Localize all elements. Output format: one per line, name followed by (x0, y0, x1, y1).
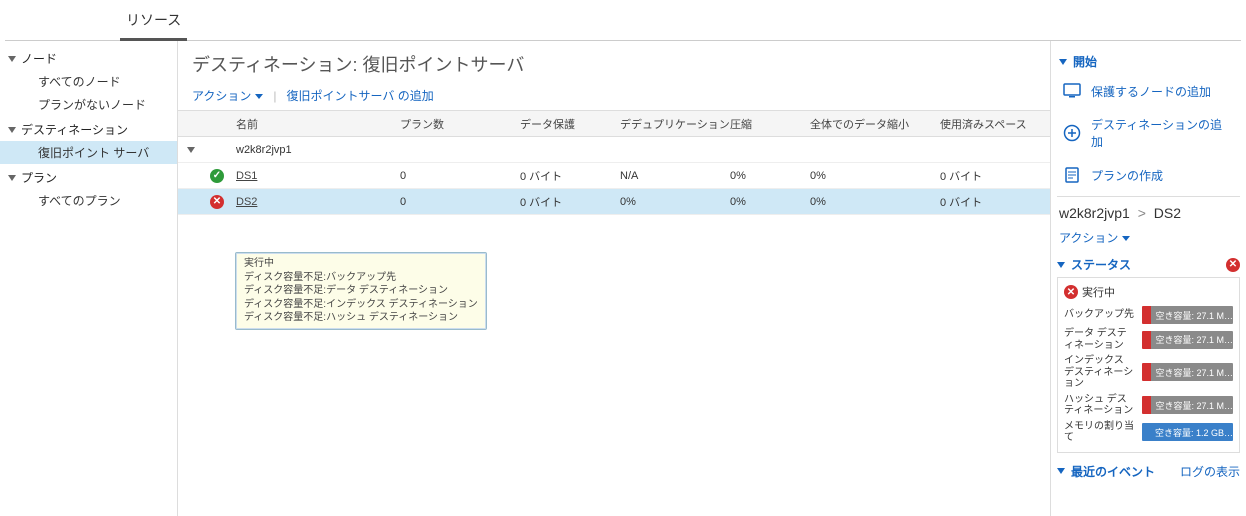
crumb-server[interactable]: w2k8r2jvp1 (1059, 205, 1130, 221)
add-rps-link[interactable]: 復旧ポイントサーバ の追加 (287, 87, 434, 104)
col-plan[interactable]: プラン数 (400, 116, 520, 132)
cell-plan: 0 (400, 196, 520, 208)
monitor-icon (1063, 82, 1081, 100)
server-name: w2k8r2jvp1 (230, 144, 400, 156)
crumb-ds[interactable]: DS2 (1154, 205, 1181, 221)
sidebar-right: 開始 保護するノードの追加 デスティネーションの追加 プランの作成 w2k8r2… (1051, 41, 1246, 516)
cell-dedup: N/A (620, 170, 730, 182)
status-error-icon: ✕ (1226, 258, 1240, 272)
plus-circle-icon (1063, 124, 1081, 142)
expand-icon[interactable] (187, 147, 195, 153)
tooltip-line: ディスク容量不足:ハッシュ デスティネーション (244, 311, 478, 325)
crumb-sep: > (1134, 205, 1150, 221)
datastore-link[interactable]: DS1 (236, 170, 257, 182)
tree-head-destination[interactable]: デスティネーション (0, 118, 177, 141)
tooltip-line: 実行中 (244, 257, 478, 271)
cell-comp: 0% (730, 196, 810, 208)
col-name[interactable]: 名前 (230, 116, 400, 132)
capacity-badge: 空き容量: 1.2 GB… (1142, 423, 1233, 441)
cell-protect: 0 バイト (520, 194, 620, 210)
chevron-down-icon (8, 127, 16, 133)
tooltip-line: ディスク容量不足:バックアップ先 (244, 271, 478, 285)
col-used[interactable]: 使用済みスペース (940, 116, 1050, 132)
status-row: ハッシュ デスティネーション 空き容量: 27.1 M… (1064, 392, 1233, 419)
cell-protect: 0 バイト (520, 168, 620, 184)
status-running: ✕ 実行中 (1064, 284, 1233, 304)
status-ok-icon: ✓ (210, 169, 224, 183)
tree-head-label: プラン (21, 169, 57, 186)
status-label: バックアップ先 (1064, 309, 1136, 321)
status-error-icon: ✕ (210, 195, 224, 209)
section-start[interactable]: 開始 (1057, 49, 1240, 74)
datastore-link[interactable]: DS2 (236, 196, 257, 208)
status-label: メモリの割り当て (1064, 421, 1136, 444)
table-row[interactable]: ✓ DS1 0 0 バイト N/A 0% 0% 0 バイト (178, 163, 1050, 189)
cell-dedup: 0% (620, 196, 730, 208)
tab-resources[interactable]: リソース (120, 2, 187, 41)
status-label: インデックス デスティネーション (1064, 355, 1136, 390)
col-reduce[interactable]: 全体でのデータ縮小 (810, 116, 940, 132)
cell-reduce: 0% (810, 170, 940, 182)
capacity-badge: 空き容量: 27.1 M… (1142, 306, 1233, 324)
capacity-badge: 空き容量: 27.1 M… (1142, 331, 1233, 349)
status-tooltip: 実行中 ディスク容量不足:バックアップ先 ディスク容量不足:データ デスティネー… (235, 252, 487, 330)
tree-head-label: ノード (21, 50, 57, 67)
quick-add-node[interactable]: 保護するノードの追加 (1057, 74, 1240, 108)
status-label: データ デスティネーション (1064, 328, 1136, 351)
cell-reduce: 0% (810, 196, 940, 208)
chevron-down-icon (8, 56, 16, 62)
table-row[interactable]: ✕ DS2 0 0 バイト 0% 0% 0% 0 バイト (178, 189, 1050, 215)
section-recent-events[interactable]: 最近のイベント (1057, 459, 1157, 484)
breadcrumb: w2k8r2jvp1 > DS2 (1057, 203, 1240, 223)
cell-used: 0 バイト (940, 168, 1050, 184)
tooltip-line: ディスク容量不足:データ デスティネーション (244, 284, 478, 298)
status-row: データ デスティネーション 空き容量: 27.1 M… (1064, 326, 1233, 353)
status-row: インデックス デスティネーション 空き容量: 27.1 M… (1064, 353, 1233, 392)
tree-head-label: デスティネーション (21, 121, 128, 138)
tree-item-all-plans[interactable]: すべてのプラン (0, 189, 177, 212)
status-row: メモリの割り当て 空き容量: 1.2 GB… (1064, 419, 1233, 446)
cell-used: 0 バイト (940, 194, 1050, 210)
tree-head-plan[interactable]: プラン (0, 166, 177, 189)
status-box: ✕ 実行中 バックアップ先 空き容量: 27.1 M… データ デスティネーショ… (1057, 277, 1240, 453)
chevron-down-icon (8, 175, 16, 181)
show-log-link[interactable]: ログの表示 (1180, 463, 1240, 480)
detail-action-dropdown[interactable]: アクション (1057, 223, 1240, 252)
tree-head-node[interactable]: ノード (0, 47, 177, 70)
capacity-badge: 空き容量: 27.1 M… (1142, 396, 1233, 414)
capacity-badge: 空き容量: 27.1 M… (1142, 363, 1233, 381)
quick-label: デスティネーションの追加 (1091, 116, 1234, 150)
tree-item-rps[interactable]: 復旧ポイント サーバ (0, 141, 177, 164)
col-comp[interactable]: 圧縮 (730, 116, 810, 132)
cell-plan: 0 (400, 170, 520, 182)
page-title: デスティネーション: 復旧ポイントサーバ (178, 41, 1050, 83)
chevron-down-icon (255, 94, 263, 99)
tree-item-all-nodes[interactable]: すべてのノード (0, 70, 177, 93)
status-error-icon: ✕ (1064, 285, 1078, 299)
action-dropdown[interactable]: アクション (192, 87, 263, 104)
sidebar-left: ノード すべてのノード プランがないノード デスティネーション 復旧ポイント サ… (0, 41, 178, 516)
status-label: ハッシュ デスティネーション (1064, 394, 1136, 417)
server-row[interactable]: w2k8r2jvp1 (178, 137, 1050, 163)
section-status[interactable]: ステータス (1057, 252, 1133, 277)
cell-comp: 0% (730, 170, 810, 182)
chevron-down-icon (1057, 468, 1065, 474)
tree-item-no-plan-nodes[interactable]: プランがないノード (0, 93, 177, 116)
chevron-down-icon (1057, 262, 1065, 268)
chevron-down-icon (1122, 236, 1130, 241)
quick-add-destination[interactable]: デスティネーションの追加 (1057, 108, 1240, 158)
chevron-down-icon (1059, 59, 1067, 65)
quick-label: 保護するノードの追加 (1091, 83, 1211, 100)
separator: | (273, 89, 276, 103)
grid-header: 名前 プラン数 データ保護 デデュプリケーション 圧縮 全体でのデータ縮小 使用… (178, 111, 1050, 137)
quick-label: プランの作成 (1091, 167, 1163, 184)
col-protect[interactable]: データ保護 (520, 116, 620, 132)
col-dedup[interactable]: デデュプリケーション (620, 116, 730, 132)
document-icon (1063, 166, 1081, 184)
tooltip-line: ディスク容量不足:インデックス デスティネーション (244, 298, 478, 312)
quick-create-plan[interactable]: プランの作成 (1057, 158, 1240, 192)
status-row: バックアップ先 空き容量: 27.1 M… (1064, 304, 1233, 326)
